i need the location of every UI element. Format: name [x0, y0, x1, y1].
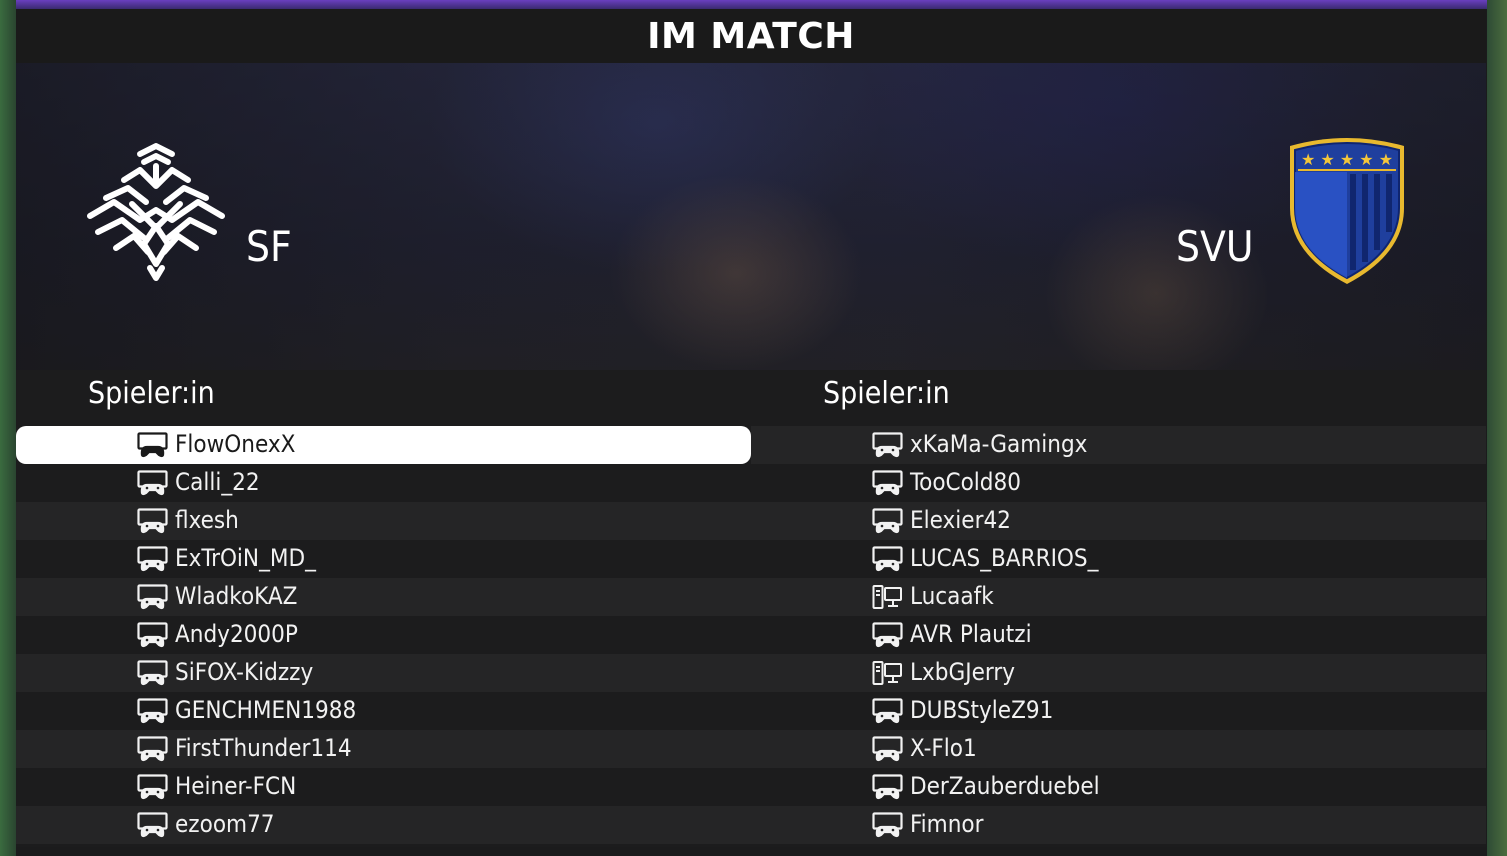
left-player-row[interactable]: Andy2000P [16, 616, 751, 654]
console-platform-icon [872, 812, 903, 838]
player-name: ezoom77 [175, 810, 275, 838]
left-player-row[interactable]: SiFOX-Kidzzy [16, 654, 751, 692]
console-platform-icon [137, 812, 168, 838]
right-player-row[interactable]: xKaMa-Gamingx [751, 426, 1486, 464]
left-player-list: FlowOnexX Calli_22flxesh ExTrOiN_MD_ Wladko… [16, 426, 751, 844]
right-player-list: xKaMa-Gamingx TooCold80 Elexier42 LUCAS_BAR… [751, 426, 1486, 844]
right-player-row[interactable]: Lucaafk [751, 578, 1486, 616]
player-name: DUBStyleZ91 [910, 696, 1054, 724]
right-player-row[interactable]: X-Flo1 [751, 730, 1486, 768]
console-platform-icon [137, 432, 168, 458]
svg-text:★ ★ ★ ★ ★: ★ ★ ★ ★ ★ [1301, 150, 1393, 169]
right-player-row[interactable]: TooCold80 [751, 464, 1486, 502]
player-name: AVR Plautzi [910, 620, 1032, 648]
team-name-left: SF [246, 222, 292, 271]
console-platform-icon [137, 736, 168, 762]
player-name: LUCAS_BARRIOS_ [910, 544, 1099, 572]
console-platform-icon [872, 736, 903, 762]
banner-shade [16, 63, 1486, 370]
left-player-row[interactable]: ezoom77 [16, 806, 751, 844]
left-player-row[interactable]: flxesh [16, 502, 751, 540]
left-player-row[interactable]: Heiner-FCN [16, 768, 751, 806]
page-title: IM MATCH [647, 15, 855, 57]
player-name: TooCold80 [910, 468, 1021, 496]
left-player-row[interactable]: GENCHMEN1988 [16, 692, 751, 730]
player-name: ExTrOiN_MD_ [175, 544, 316, 572]
player-name: Elexier42 [910, 506, 1011, 534]
player-name: Fimnor [910, 810, 984, 838]
left-list-header: Spieler:in [16, 370, 751, 426]
console-platform-icon [872, 698, 903, 724]
console-platform-icon [872, 774, 903, 800]
console-platform-icon [137, 660, 168, 686]
match-banner [16, 63, 1486, 370]
player-name: FirstThunder114 [175, 734, 352, 762]
player-name: xKaMa-Gamingx [910, 430, 1088, 458]
right-player-row[interactable]: AVR Plautzi [751, 616, 1486, 654]
right-player-row[interactable]: LxbGJerry [751, 654, 1486, 692]
player-name: FlowOnexX [175, 430, 296, 458]
console-platform-icon [872, 508, 903, 534]
left-player-row[interactable]: FirstThunder114 [16, 730, 751, 768]
player-name: SiFOX-Kidzzy [175, 658, 314, 686]
console-platform-icon [137, 584, 168, 610]
player-name: X-Flo1 [910, 734, 977, 762]
left-player-row[interactable]: Calli_22 [16, 464, 751, 502]
console-platform-icon [137, 698, 168, 724]
console-platform-icon [872, 546, 903, 572]
console-platform-icon [137, 470, 168, 496]
pc-platform-icon [872, 584, 903, 610]
left-player-row[interactable]: FlowOnexX [16, 426, 751, 464]
right-list-header-label: Spieler:in [823, 376, 950, 411]
console-platform-icon [872, 622, 903, 648]
player-name: Heiner-FCN [175, 772, 297, 800]
player-name: DerZauberduebel [910, 772, 1100, 800]
left-list-header-label: Spieler:in [88, 376, 215, 411]
left-player-row[interactable]: ExTrOiN_MD_ [16, 540, 751, 578]
console-platform-icon [137, 546, 168, 572]
player-name: flxesh [175, 506, 239, 534]
right-list-header: Spieler:in [751, 370, 1486, 426]
right-player-row[interactable]: DerZauberduebel [751, 768, 1486, 806]
pc-platform-icon [872, 660, 903, 686]
title-bar: IM MATCH [16, 9, 1486, 63]
white-stylized-bird-crest-icon [84, 140, 228, 284]
player-name: Calli_22 [175, 468, 260, 496]
left-player-row[interactable]: WladkoKAZ [16, 578, 751, 616]
console-platform-icon [137, 622, 168, 648]
console-platform-icon [137, 774, 168, 800]
right-player-row[interactable]: DUBStyleZ91 [751, 692, 1486, 730]
right-player-row[interactable]: Fimnor [751, 806, 1486, 844]
player-name: Lucaafk [910, 582, 994, 610]
player-name: GENCHMEN1988 [175, 696, 357, 724]
console-platform-icon [137, 508, 168, 534]
blue-shield-five-stars-crest-icon: ★ ★ ★ ★ ★ [1282, 136, 1412, 288]
player-name: LxbGJerry [910, 658, 1015, 686]
right-player-row[interactable]: Elexier42 [751, 502, 1486, 540]
player-name: Andy2000P [175, 620, 298, 648]
console-platform-icon [872, 432, 903, 458]
right-player-row[interactable]: LUCAS_BARRIOS_ [751, 540, 1486, 578]
team-name-right: SVU [1176, 222, 1254, 271]
console-platform-icon [872, 470, 903, 496]
player-name: WladkoKAZ [175, 582, 298, 610]
